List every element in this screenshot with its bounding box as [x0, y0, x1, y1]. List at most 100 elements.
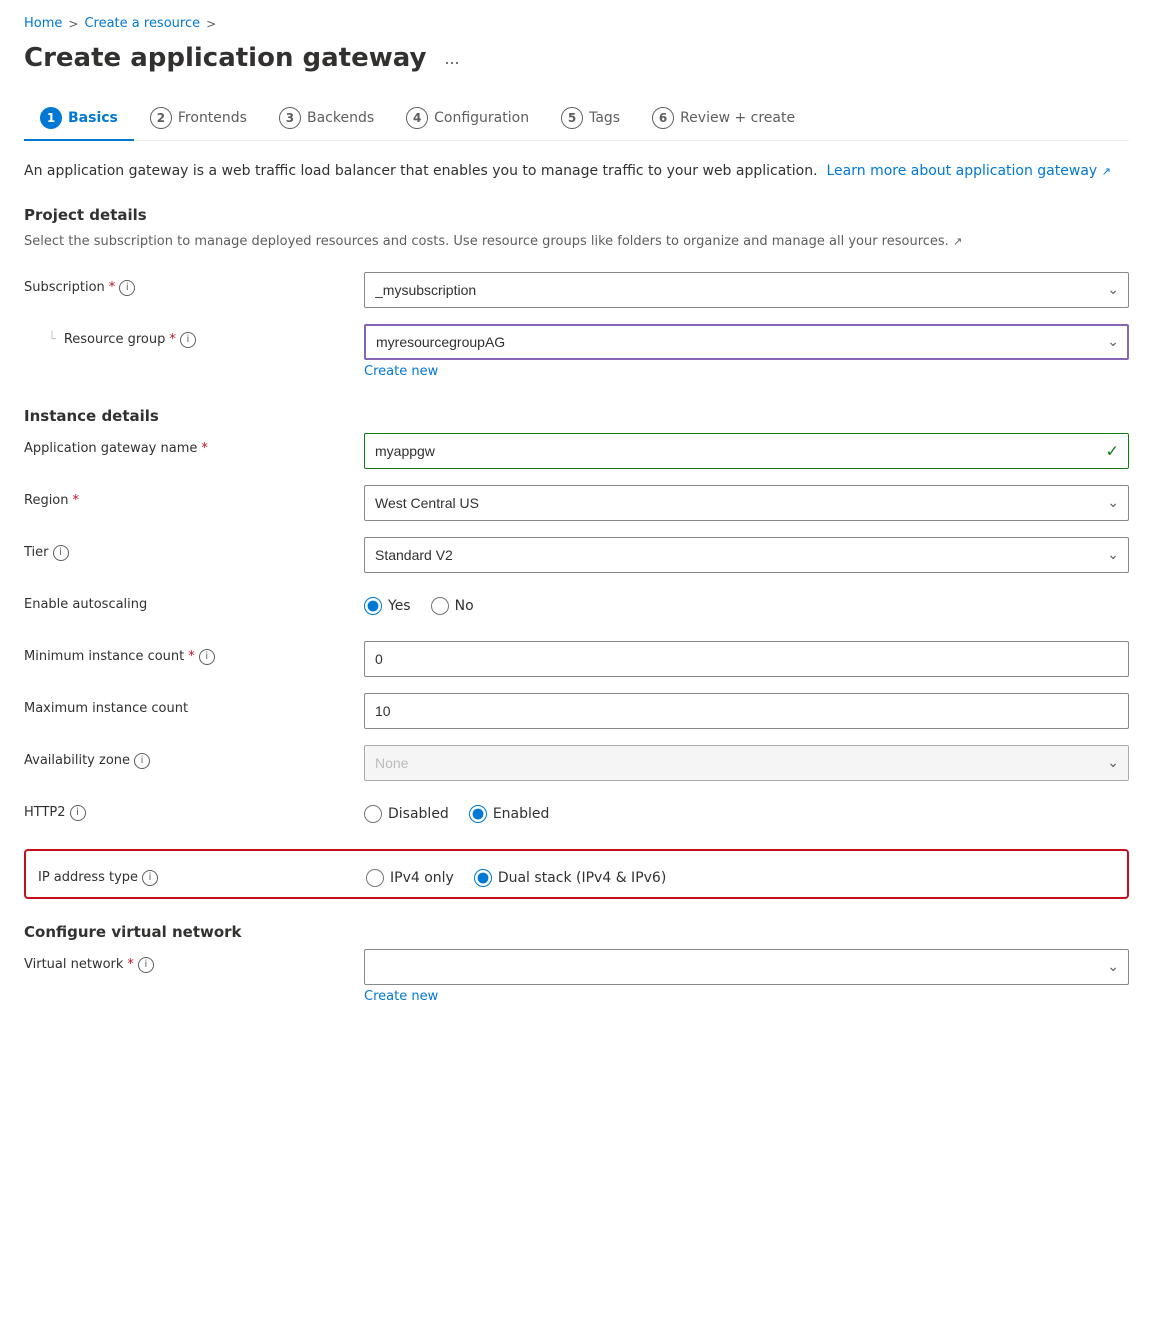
availability-zone-label: Availability zone i: [24, 745, 364, 769]
vnet-control: Create new: [364, 949, 1129, 1004]
availability-zone-control: None: [364, 745, 1129, 781]
page-title-row: Create application gateway ...: [24, 43, 1129, 73]
tabs-bar: 1 Basics 2 Frontends 3 Backends 4 Config…: [24, 97, 1129, 141]
http2-control: Disabled Enabled: [364, 797, 1129, 823]
http2-disabled-label: Disabled: [388, 806, 449, 822]
gateway-name-wrapper: [364, 433, 1129, 469]
region-select-wrapper: West Central US: [364, 485, 1129, 521]
subscription-control: _mysubscription: [364, 272, 1129, 308]
resource-group-create-new[interactable]: Create new: [364, 364, 438, 379]
gateway-name-input[interactable]: [364, 433, 1129, 469]
http2-row: HTTP2 i Disabled Enabled: [24, 797, 1129, 833]
autoscaling-no-label: No: [455, 598, 474, 614]
resource-group-row: └ Resource group * i myresourcegroupAG C…: [24, 324, 1129, 379]
autoscaling-radio-group: Yes No: [364, 589, 1129, 615]
autoscaling-no-option[interactable]: No: [431, 597, 474, 615]
vnet-label: Virtual network * i: [24, 949, 364, 973]
ip-type-radio-group: IPv4 only Dual stack (IPv4 & IPv6): [366, 861, 1115, 887]
ellipsis-button[interactable]: ...: [438, 46, 465, 71]
resource-group-select[interactable]: myresourcegroupAG: [364, 324, 1129, 360]
availability-zone-select[interactable]: None: [364, 745, 1129, 781]
external-link-icon: ↗: [1102, 165, 1111, 178]
http2-enabled-label: Enabled: [493, 806, 550, 822]
subscription-label: Subscription * i: [24, 272, 364, 296]
availability-zone-info-icon[interactable]: i: [134, 753, 150, 769]
vnet-select[interactable]: [364, 949, 1129, 985]
tier-info-icon[interactable]: i: [53, 545, 69, 561]
instance-details-header: Instance details: [24, 407, 1129, 425]
ip-address-type-row: IP address type i IPv4 only Dual stack (…: [24, 849, 1129, 899]
http2-disabled-radio[interactable]: [364, 805, 382, 823]
name-required: *: [201, 441, 208, 456]
ip-type-info-icon[interactable]: i: [142, 870, 158, 886]
gateway-name-row: Application gateway name *: [24, 433, 1129, 469]
tier-control: Standard V2: [364, 537, 1129, 573]
http2-radio-group: Disabled Enabled: [364, 797, 1129, 823]
breadcrumb-sep1: >: [68, 17, 78, 31]
min-count-input[interactable]: [364, 641, 1129, 677]
autoscaling-yes-option[interactable]: Yes: [364, 597, 411, 615]
tab-number-configuration: 4: [406, 107, 428, 129]
region-select[interactable]: West Central US: [364, 485, 1129, 521]
tab-number-backends: 3: [279, 107, 301, 129]
tab-basics[interactable]: 1 Basics: [24, 97, 134, 141]
autoscaling-yes-radio[interactable]: [364, 597, 382, 615]
page-title: Create application gateway: [24, 43, 426, 73]
max-count-row: Maximum instance count: [24, 693, 1129, 729]
ip-type-ipv4-radio[interactable]: [366, 869, 384, 887]
vnet-info-icon[interactable]: i: [138, 957, 154, 973]
min-count-control: [364, 641, 1129, 677]
region-label: Region *: [24, 485, 364, 508]
resource-group-select-wrapper: myresourcegroupAG: [364, 324, 1129, 360]
vnet-create-new[interactable]: Create new: [364, 989, 438, 1004]
subscription-info-icon[interactable]: i: [119, 280, 135, 296]
tab-number-tags: 5: [561, 107, 583, 129]
region-row: Region * West Central US: [24, 485, 1129, 521]
vnet-required: *: [127, 957, 134, 972]
project-details-desc: Select the subscription to manage deploy…: [24, 232, 1129, 252]
tab-backends[interactable]: 3 Backends: [263, 97, 390, 141]
http2-disabled-option[interactable]: Disabled: [364, 805, 449, 823]
http2-label: HTTP2 i: [24, 797, 364, 821]
gateway-name-label: Application gateway name *: [24, 433, 364, 456]
resource-group-label: └ Resource group * i: [24, 324, 364, 348]
tab-label-review: Review + create: [680, 110, 795, 126]
breadcrumb-create-resource[interactable]: Create a resource: [84, 16, 200, 31]
tab-tags[interactable]: 5 Tags: [545, 97, 636, 141]
availability-zone-select-wrapper: None: [364, 745, 1129, 781]
min-count-label: Minimum instance count * i: [24, 641, 364, 665]
ip-type-dual-radio[interactable]: [474, 869, 492, 887]
http2-enabled-radio[interactable]: [469, 805, 487, 823]
region-control: West Central US: [364, 485, 1129, 521]
autoscaling-label: Enable autoscaling: [24, 589, 364, 612]
max-count-input[interactable]: [364, 693, 1129, 729]
ip-type-dual-option[interactable]: Dual stack (IPv4 & IPv6): [474, 869, 666, 887]
max-count-label: Maximum instance count: [24, 693, 364, 716]
tab-review-create[interactable]: 6 Review + create: [636, 97, 811, 141]
tab-number-frontends: 2: [150, 107, 172, 129]
http2-enabled-option[interactable]: Enabled: [469, 805, 550, 823]
min-count-info-icon[interactable]: i: [199, 649, 215, 665]
learn-more-link[interactable]: Learn more about application gateway ↗: [826, 163, 1110, 179]
min-count-row: Minimum instance count * i: [24, 641, 1129, 677]
ip-type-dual-label: Dual stack (IPv4 & IPv6): [498, 870, 666, 886]
breadcrumb: Home > Create a resource >: [24, 16, 1129, 31]
ip-type-ipv4-option[interactable]: IPv4 only: [366, 869, 454, 887]
tab-configuration[interactable]: 4 Configuration: [390, 97, 545, 141]
min-count-required: *: [188, 649, 195, 664]
description-text: An application gateway is a web traffic …: [24, 161, 1129, 182]
max-count-control: [364, 693, 1129, 729]
project-details-header: Project details: [24, 206, 1129, 224]
subscription-select[interactable]: _mysubscription: [364, 272, 1129, 308]
http2-info-icon[interactable]: i: [70, 805, 86, 821]
tab-frontends[interactable]: 2 Frontends: [134, 97, 263, 141]
availability-zone-row: Availability zone i None: [24, 745, 1129, 781]
tab-number-basics: 1: [40, 107, 62, 129]
resource-group-info-icon[interactable]: i: [180, 332, 196, 348]
vnet-select-wrapper: [364, 949, 1129, 985]
breadcrumb-home[interactable]: Home: [24, 16, 62, 31]
tab-label-frontends: Frontends: [178, 110, 247, 126]
project-desc-external-icon: ↗: [953, 235, 962, 248]
tier-select[interactable]: Standard V2: [364, 537, 1129, 573]
autoscaling-no-radio[interactable]: [431, 597, 449, 615]
